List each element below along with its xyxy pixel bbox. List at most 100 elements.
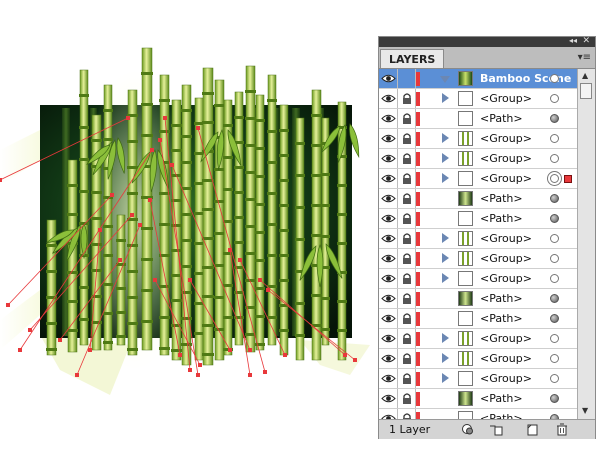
collapse-panel-icon[interactable]: ◂◂ [569,36,577,46]
visibility-eye-icon[interactable] [379,209,398,228]
lock-toggle-icon[interactable] [398,209,416,228]
visibility-eye-icon[interactable] [379,349,398,368]
group-row[interactable]: <Group> [379,349,577,369]
visibility-eye-icon[interactable] [379,369,398,388]
lock-toggle-icon[interactable] [398,409,416,419]
path-row[interactable]: <Path> [379,409,577,419]
target-circle-icon[interactable] [550,74,559,83]
visibility-eye-icon[interactable] [379,409,398,419]
lock-toggle-icon[interactable] [398,329,416,348]
target-circle-icon[interactable] [550,234,559,243]
group-row[interactable]: <Group> [379,149,577,169]
target-circle-icon[interactable] [550,174,559,183]
expand-right-triangle-icon[interactable] [442,93,449,103]
target-circle-icon[interactable] [550,334,559,343]
path-row[interactable]: <Path> [379,289,577,309]
expand-right-triangle-icon[interactable] [442,253,449,263]
visibility-eye-icon[interactable] [379,309,398,328]
path-row[interactable]: <Path> [379,109,577,129]
visibility-eye-icon[interactable] [379,249,398,268]
expand-right-triangle-icon[interactable] [442,133,449,143]
visibility-eye-icon[interactable] [379,329,398,348]
layer-row[interactable]: Bamboo Scene [379,69,577,89]
lock-toggle-icon[interactable] [398,129,416,148]
target-circle-icon[interactable] [550,214,559,223]
lock-toggle-icon[interactable] [398,249,416,268]
lock-toggle-icon[interactable] [398,229,416,248]
expand-right-triangle-icon[interactable] [442,233,449,243]
circle-mask-icon[interactable] [461,423,475,436]
target-circle-icon[interactable] [550,274,559,283]
group-row[interactable]: <Group> [379,229,577,249]
expand-right-triangle-icon[interactable] [442,173,449,183]
panel-menu-icon[interactable]: ▾≡ [578,52,591,63]
lock-toggle-icon[interactable] [398,369,416,388]
expand-down-triangle-icon[interactable] [440,76,450,83]
selection-indicator[interactable] [564,175,572,183]
close-panel-icon[interactable]: ✕ [582,36,590,46]
group-row[interactable]: <Group> [379,129,577,149]
visibility-eye-icon[interactable] [379,169,398,188]
path-row[interactable]: <Path> [379,389,577,409]
group-row[interactable]: <Group> [379,89,577,109]
lock-toggle-icon[interactable] [398,389,416,408]
lock-toggle-icon[interactable] [398,69,416,88]
panel-titlebar[interactable]: ◂◂ ✕ [379,36,595,47]
target-circle-icon[interactable] [550,294,559,303]
target-circle-icon[interactable] [550,94,559,103]
target-circle-icon[interactable] [550,314,559,323]
visibility-eye-icon[interactable] [379,289,398,308]
scroll-thumb[interactable] [580,83,592,99]
new-layer-icon[interactable] [525,423,539,436]
visibility-eye-icon[interactable] [379,89,398,108]
target-circle-icon[interactable] [550,194,559,203]
layers-tab[interactable]: LAYERS [380,49,445,68]
target-circle-icon[interactable] [550,254,559,263]
lock-toggle-icon[interactable] [398,269,416,288]
expand-right-triangle-icon[interactable] [442,153,449,163]
lock-toggle-icon[interactable] [398,149,416,168]
trash-icon[interactable] [555,423,569,436]
bamboo-artwork-canvas[interactable] [0,0,372,465]
new-sublayer-icon[interactable] [489,423,503,436]
lock-toggle-icon[interactable] [398,89,416,108]
visibility-eye-icon[interactable] [379,149,398,168]
group-row[interactable]: <Group> [379,329,577,349]
expand-right-triangle-icon[interactable] [442,353,449,363]
layers-scrollbar[interactable]: ▲ ▼ [577,69,595,419]
group-row[interactable]: <Group> [379,369,577,389]
group-row[interactable]: <Group> [379,269,577,289]
selection-indicator[interactable] [564,75,572,83]
target-circle-icon[interactable] [550,154,559,163]
target-circle-icon[interactable] [550,394,559,403]
scroll-up-arrow-icon[interactable]: ▲ [582,71,588,80]
lock-toggle-icon[interactable] [398,289,416,308]
expand-right-triangle-icon[interactable] [442,333,449,343]
visibility-eye-icon[interactable] [379,69,398,88]
lock-toggle-icon[interactable] [398,309,416,328]
visibility-eye-icon[interactable] [379,389,398,408]
visibility-eye-icon[interactable] [379,129,398,148]
target-circle-icon[interactable] [550,374,559,383]
lock-toggle-icon[interactable] [398,169,416,188]
expand-right-triangle-icon[interactable] [442,373,449,383]
path-row[interactable]: <Path> [379,309,577,329]
handle-point [178,353,182,357]
group-row[interactable]: <Group> [379,169,577,189]
target-circle-icon[interactable] [550,134,559,143]
group-row[interactable]: <Group> [379,249,577,269]
layer-name-label: <Path> [480,412,523,419]
visibility-eye-icon[interactable] [379,229,398,248]
expand-right-triangle-icon[interactable] [442,273,449,283]
lock-toggle-icon[interactable] [398,189,416,208]
path-row[interactable]: <Path> [379,209,577,229]
path-row[interactable]: <Path> [379,189,577,209]
target-circle-icon[interactable] [550,114,559,123]
lock-toggle-icon[interactable] [398,109,416,128]
visibility-eye-icon[interactable] [379,269,398,288]
target-circle-icon[interactable] [550,354,559,363]
visibility-eye-icon[interactable] [379,109,398,128]
lock-toggle-icon[interactable] [398,349,416,368]
visibility-eye-icon[interactable] [379,189,398,208]
scroll-down-arrow-icon[interactable]: ▼ [582,406,588,415]
